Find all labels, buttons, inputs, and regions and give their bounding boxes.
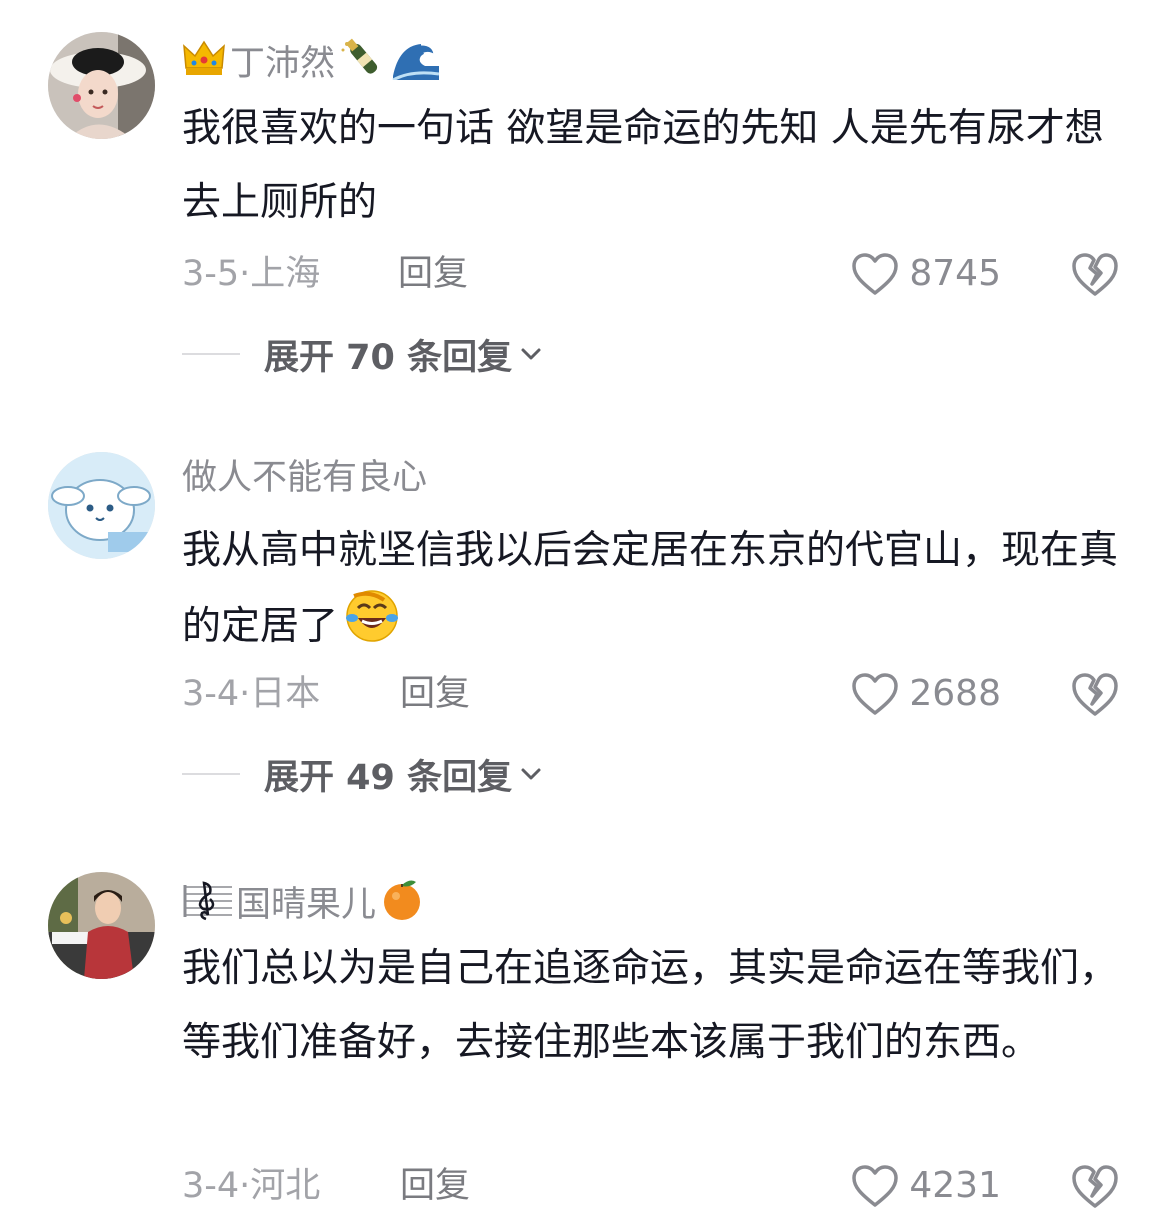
wave-emoji [391, 36, 442, 91]
comment-date: 3-5· [182, 254, 251, 294]
orange-emoji [380, 876, 424, 933]
chevron-down-icon [521, 768, 541, 780]
username[interactable]: 做人不能有良心 [182, 456, 427, 500]
music-staff-icon [182, 877, 232, 932]
divider-line [182, 353, 240, 355]
comment-location: 日本 [250, 674, 321, 714]
comment-location: 上海 [250, 254, 321, 294]
like-count: 8745 [909, 253, 1001, 294]
username-row[interactable]: 国晴果儿 [182, 876, 424, 933]
reply-button[interactable]: 回复 [400, 1164, 470, 1208]
comment-meta: 3-5·上海 [182, 252, 320, 296]
user-avatar-image [48, 32, 155, 139]
avatar[interactable] [48, 872, 155, 979]
laughing-crying-emoji [344, 588, 400, 669]
divider-line [182, 773, 240, 775]
comment-location: 河北 [250, 1166, 321, 1206]
avatar[interactable] [48, 32, 155, 139]
username-row[interactable]: 做人不能有良心 [182, 456, 427, 500]
comment-text: 我很喜欢的一句话 欲望是命运的先知 人是先有尿才想去上厕所的 [182, 106, 1104, 225]
comment-meta: 3-4·河北 [182, 1164, 320, 1208]
expand-replies-label: 展开 49 条回复 [264, 757, 513, 798]
dislike-button[interactable] [1070, 1162, 1120, 1210]
user-avatar-image [48, 452, 155, 559]
reply-button[interactable]: 回复 [398, 252, 468, 296]
heart-icon [852, 253, 899, 295]
chevron-down-icon [521, 348, 541, 360]
heart-icon [852, 1165, 899, 1207]
reply-button[interactable]: 回复 [400, 672, 470, 716]
username-row[interactable]: 丁沛然 [182, 36, 442, 91]
comment-date: 3-4· [182, 674, 251, 714]
broken-heart-icon [1072, 253, 1118, 296]
broken-heart-icon [1072, 1165, 1118, 1208]
like-button[interactable]: 2688 [851, 672, 1001, 716]
username[interactable]: 丁沛然 [230, 42, 335, 86]
like-count: 2688 [909, 673, 1001, 714]
broken-heart-icon [1072, 673, 1118, 716]
comment-date: 3-4· [182, 1166, 251, 1206]
dislike-button[interactable] [1070, 250, 1120, 298]
comment-text: 我们总以为是自己在追逐命运，其实是命运在等我们，等我们准备好，去接住那些本该属于… [182, 946, 1119, 1065]
heart-icon [852, 673, 899, 715]
user-avatar-image [48, 872, 155, 979]
username[interactable]: 国晴果儿 [236, 883, 376, 927]
like-button[interactable]: 4231 [851, 1164, 1001, 1208]
comment-text: 我从高中就坚信我以后会定居在东京的代官山，现在真的定居了 [182, 514, 1122, 669]
expand-replies-label: 展开 70 条回复 [264, 337, 513, 378]
expand-replies-button[interactable]: 展开 70 条回复 [182, 332, 544, 378]
dislike-button[interactable] [1070, 670, 1120, 718]
comment-text-content: 我从高中就坚信我以后会定居在东京的代官山，现在真的定居了 [182, 528, 1119, 649]
crown-emoji [182, 38, 226, 89]
champagne-emoji [339, 36, 387, 91]
avatar[interactable] [48, 452, 155, 559]
like-button[interactable]: 8745 [851, 252, 1001, 296]
like-count: 4231 [909, 1165, 1001, 1206]
expand-replies-button[interactable]: 展开 49 条回复 [182, 752, 544, 798]
comment-meta: 3-4·日本 [182, 672, 320, 716]
